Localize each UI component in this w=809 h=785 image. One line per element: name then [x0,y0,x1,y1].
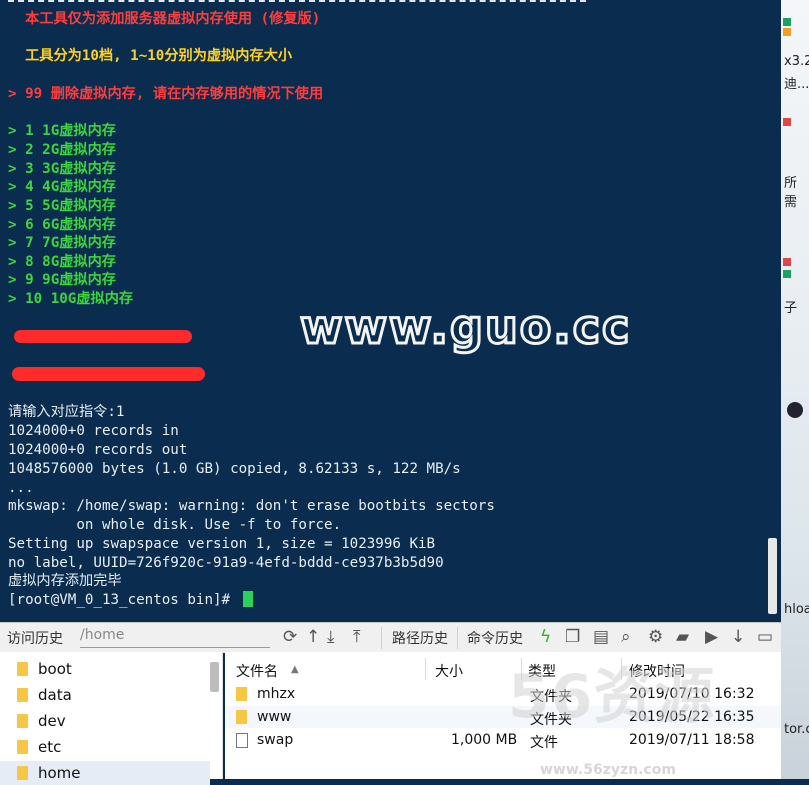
tree-item-label: boot [38,660,72,678]
terminal-line: 1024000+0 records in [8,423,179,439]
folder-icon [17,766,28,780]
tree-item-label: data [38,686,72,704]
tree-item-label: dev [38,712,66,730]
tab-visit-history[interactable]: 访问历史 [7,628,63,648]
terminal-line: 本工具仅为添加服务器虚拟内存使用 (修复版) [8,11,321,27]
file-name: mhzx [257,686,296,702]
folder-icon [17,662,28,676]
sort-ascending-icon: ▲ [291,664,299,675]
terminal-line: Setting up swapspace version 1, size = 1… [8,536,436,552]
strip-text: 所需 [784,176,798,210]
toolbar-divider [381,627,382,649]
folder-icon [17,714,28,728]
menu-option-2: > 2 2G虚拟内存 [8,142,116,158]
strip-text: x3.2 [784,54,809,69]
tree-item-etc[interactable]: etc [0,735,210,759]
site-watermark: 56资源 [508,662,716,732]
folder-icon [236,710,247,724]
paste-icon[interactable]: ▤ [593,627,609,647]
terminal-line: 1024000+0 records out [8,442,188,458]
strip-text: tor.c [784,722,809,737]
terminal-scrollbar[interactable] [768,538,777,614]
gear-icon[interactable]: ⚙ [648,627,663,647]
tree-item-label: home [38,764,81,782]
terminal-line: 虚拟内存添加完毕 [8,573,122,589]
menu-option-10: > 10 10G虚拟内存 [8,291,134,307]
terminal-line: 1048576000 bytes (1.0 GB) copied, 8.6213… [8,461,461,477]
menu-option-1: > 1 1G虚拟内存 [8,123,116,139]
app-icon [783,258,791,266]
folder-icon [236,687,247,701]
down-arrow-icon[interactable]: ↓ [731,627,745,647]
tree-item-boot[interactable]: boot [0,657,210,681]
redaction-mark [12,367,205,381]
path-placeholder: /home [80,627,125,643]
strip-text: 迪... [784,77,809,92]
background-window-strip: x3.2 迪... 所需 子 hloa tor.c [781,0,809,779]
folder-icon [17,740,28,754]
app-icon [787,402,803,418]
app-icon [783,270,791,278]
play-icon[interactable]: ▶ [705,627,718,647]
terminal-line: no label, UUID=726f920c-91a9-4efd-bddd-c… [8,555,444,571]
tab-path-history[interactable]: 路径历史 [392,628,448,648]
toolbar-divider [457,627,458,649]
menu-option-5: > 5 5G虚拟内存 [8,198,116,214]
file-type: 文件 [530,735,558,751]
watermark-text: www.guo.cc [298,299,632,356]
tree-item-data[interactable]: data [0,683,210,707]
redaction-mark [14,330,192,343]
file-icon [236,733,248,748]
menu-option-3: > 3 3G虚拟内存 [8,161,116,177]
terminal-line: 请输入对应指令:1 [8,404,125,420]
lightning-icon[interactable]: ϟ [540,627,551,647]
menu-option-8: > 8 8G虚拟内存 [8,254,116,270]
app-icon [783,118,791,126]
folder-icon [17,688,28,702]
menu-option-4: > 4 4G虚拟内存 [8,179,116,195]
tree-item-home[interactable]: home [0,761,210,785]
directory-tree: boot data dev etc home [0,652,223,785]
menu-option-9: > 9 9G虚拟内存 [8,272,116,288]
menu-option-7: > 7 7G虚拟内存 [8,235,116,251]
terminal-line: mkswap: /home/swap: warning: don't erase… [8,498,495,514]
column-header-name[interactable]: 文件名 [236,661,278,681]
file-name: swap [257,732,294,748]
search-icon[interactable]: ⌕ [621,627,631,647]
terminal-cursor [243,591,253,607]
folder-icon[interactable]: ▰ [676,627,689,647]
terminal-line: 工具分为10档, 1~10分别为虚拟内存大小 [8,48,293,64]
refresh-icon[interactable]: ⟳ [283,627,297,647]
download-icon[interactable]: ⤓ [327,627,335,647]
tree-item-label: etc [38,738,62,756]
copy-icon[interactable]: ❐ [565,627,580,647]
terminal-line: ... [8,480,34,496]
terminal-line: on whole disk. Use -f to force. [8,517,342,533]
tree-scrollbar[interactable] [210,662,219,692]
app-icon [783,28,791,36]
strip-text: 子 [784,301,798,316]
tree-item-dev[interactable]: dev [0,709,210,733]
column-divider[interactable] [425,658,426,680]
menu-option-6: > 6 6G虚拟内存 [8,217,116,233]
app-icon [783,18,791,26]
terminal-window[interactable]: 本工具仅为添加服务器虚拟内存使用 (修复版) 工具分为10档, 1~10分别为虚… [0,0,781,622]
shell-prompt[interactable]: [root@VM_0_13_centos bin]# [8,591,239,609]
path-input[interactable]: /home [80,627,270,648]
strip-text: hloa [784,602,809,617]
dashed-separator [8,0,586,4]
upload-icon[interactable]: ⤒ [353,627,361,647]
column-header-size[interactable]: 大小 [435,661,463,681]
terminal-line: > 99 删除虚拟内存, 请在内存够用的情况下使用 [8,86,324,102]
window-icon[interactable]: ▭ [757,627,773,647]
up-icon[interactable]: ↑ [306,627,320,647]
file-name: www [257,709,292,725]
site-watermark-url: www.56zyzn.com [540,762,676,778]
tab-command-history[interactable]: 命令历史 [467,628,523,648]
